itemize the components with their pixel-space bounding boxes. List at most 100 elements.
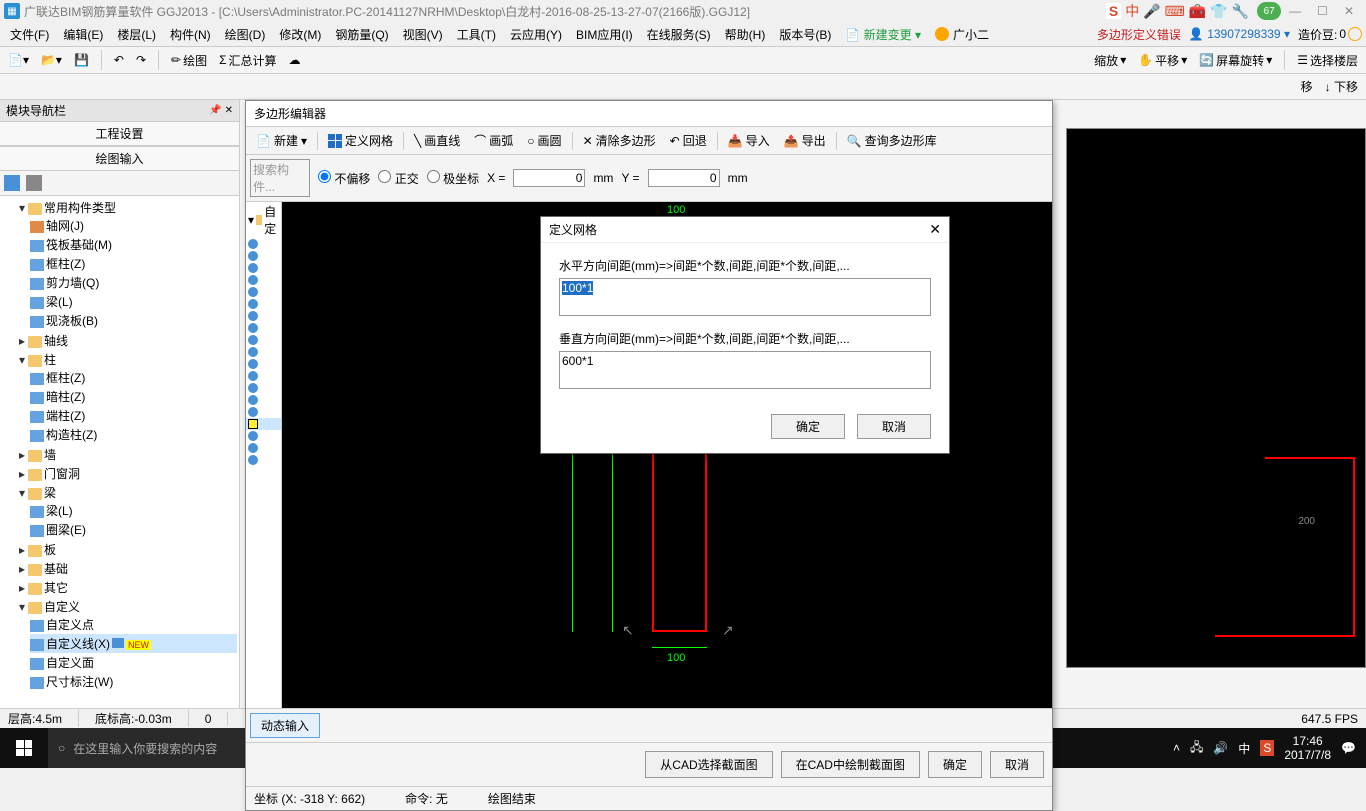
- tree-item[interactable]: 自定义点: [46, 618, 94, 632]
- tree-wall[interactable]: 墙: [44, 448, 56, 462]
- editor-cancel-button[interactable]: 取消: [990, 751, 1044, 778]
- tree-door[interactable]: 门窗洞: [44, 467, 80, 481]
- h-spacing-input[interactable]: 100*1: [559, 278, 931, 316]
- import-button[interactable]: 📥 导入: [722, 129, 776, 152]
- tree-item[interactable]: 暗柱(Z): [46, 390, 85, 404]
- ime-bar[interactable]: S 中 🎤 ⌨ 🧰 👕 🔧: [1098, 1, 1257, 21]
- expand-icon[interactable]: ▸: [16, 543, 28, 557]
- tree-item[interactable]: 梁(L): [46, 295, 73, 309]
- menu-view[interactable]: 视图(V): [397, 24, 449, 45]
- tray-volume-icon[interactable]: 🔊: [1213, 741, 1228, 755]
- undo-button[interactable]: ↶: [110, 51, 128, 69]
- menu-online[interactable]: 在线服务(S): [641, 24, 717, 45]
- expand-icon[interactable]: ▸: [16, 448, 28, 462]
- component-tree[interactable]: ▾常用构件类型 轴网(J) 筏板基础(M) 框柱(Z) 剪力墙(Q) 梁(L) …: [0, 196, 239, 709]
- open-file-button[interactable]: 📂▾: [37, 51, 66, 69]
- start-button[interactable]: [0, 728, 48, 768]
- y-input[interactable]: [648, 169, 720, 187]
- draw-button[interactable]: ✏ 绘图: [167, 50, 211, 71]
- tray-up-icon[interactable]: ˄: [1173, 741, 1180, 755]
- expand-icon[interactable]: ▾: [16, 600, 28, 614]
- query-button[interactable]: 🔍 查询多边形库: [841, 129, 943, 152]
- pan-button[interactable]: ✋ 平移 ▾: [1134, 50, 1191, 71]
- ime-tool-icon[interactable]: 🧰: [1189, 3, 1206, 20]
- draw-line-button[interactable]: ╲ 画直线: [408, 129, 466, 152]
- cad-select-button[interactable]: 从CAD选择截面图: [645, 751, 772, 778]
- redo-button[interactable]: ↷: [132, 51, 150, 69]
- tree-item[interactable]: 框柱(Z): [46, 371, 85, 385]
- menu-bim[interactable]: BIM应用(I): [570, 24, 639, 45]
- tray-ime[interactable]: 中: [1238, 740, 1250, 757]
- comp-name[interactable]: 自定: [264, 203, 279, 237]
- dynamic-input-button[interactable]: 动态输入: [250, 713, 320, 738]
- tree-other[interactable]: 其它: [44, 581, 68, 595]
- expand-icon[interactable]: ▾: [16, 353, 28, 367]
- expand-icon[interactable]: ▾: [248, 213, 254, 227]
- expand-icon[interactable]: ▾: [16, 201, 28, 215]
- sum-button[interactable]: Σ 汇总计算: [215, 50, 280, 71]
- tree-item[interactable]: 剪力墙(Q): [46, 276, 99, 290]
- dialog-cancel-button[interactable]: 取消: [857, 414, 931, 439]
- x-input[interactable]: [513, 169, 585, 187]
- menu-modify[interactable]: 修改(M): [273, 24, 327, 45]
- editor-ok-button[interactable]: 确定: [928, 751, 982, 778]
- export-button[interactable]: 📤 导出: [778, 129, 832, 152]
- tray-notifications-icon[interactable]: 💬: [1341, 741, 1356, 755]
- menu-draw[interactable]: 绘图(D): [219, 24, 272, 45]
- search-input[interactable]: 搜索构件...: [250, 159, 310, 197]
- select-floor-button[interactable]: ☰ 选择楼层: [1293, 50, 1362, 71]
- tree-custom[interactable]: 自定义: [44, 600, 80, 614]
- draw-arc-button[interactable]: ⌒ 画弧: [468, 129, 519, 152]
- tree-item[interactable]: 圈梁(E): [46, 523, 86, 537]
- menu-rebar[interactable]: 钢筋量(Q): [329, 24, 394, 45]
- menu-file[interactable]: 文件(F): [4, 24, 55, 45]
- menu-help[interactable]: 帮助(H): [719, 24, 772, 45]
- menu-version[interactable]: 版本号(B): [773, 24, 837, 45]
- draw-circle-button[interactable]: ○ 画圆: [521, 129, 567, 152]
- ime-wrench-icon[interactable]: 🔧: [1232, 3, 1249, 20]
- panel-sub-project[interactable]: 工程设置: [0, 121, 239, 146]
- tree-slab[interactable]: 板: [44, 543, 56, 557]
- move-button[interactable]: 移: [1301, 78, 1313, 95]
- opt-ortho[interactable]: 正交: [378, 170, 418, 187]
- tree-icon-2[interactable]: [26, 175, 42, 191]
- ime-lang[interactable]: 中: [1125, 1, 1139, 21]
- tree-item-selected[interactable]: 自定义线(X): [46, 637, 110, 651]
- menu-component[interactable]: 构件(N): [164, 24, 217, 45]
- dialog-ok-button[interactable]: 确定: [771, 414, 845, 439]
- opt-no-offset[interactable]: 不偏移: [318, 170, 370, 187]
- clear-button[interactable]: ✕ 清除多边形: [577, 129, 662, 152]
- ime-shirt-icon[interactable]: 👕: [1210, 3, 1227, 20]
- coin-balance[interactable]: 造价豆:0: [1298, 26, 1362, 43]
- tree-axis[interactable]: 轴线: [44, 334, 68, 348]
- tree-item[interactable]: 轴网(J): [46, 219, 84, 233]
- v-spacing-input[interactable]: 600*1: [559, 351, 931, 389]
- phone-number[interactable]: 👤 13907298339 ▾: [1189, 27, 1290, 41]
- tree-item[interactable]: 现浇板(B): [46, 314, 98, 328]
- move-down-button[interactable]: ↓ 下移: [1325, 78, 1358, 95]
- background-canvas[interactable]: 200: [1066, 128, 1366, 668]
- tree-icon-1[interactable]: [4, 175, 20, 191]
- close-icon[interactable]: ✕: [1344, 4, 1354, 18]
- undo-button[interactable]: ↶ 回退: [664, 129, 713, 152]
- expand-icon[interactable]: ▸: [16, 334, 28, 348]
- menu-edit[interactable]: 编辑(E): [57, 24, 109, 45]
- panel-sub-draw[interactable]: 绘图输入: [0, 146, 239, 171]
- ime-mic-icon[interactable]: 🎤: [1143, 3, 1160, 20]
- tree-root[interactable]: 常用构件类型: [44, 201, 116, 215]
- menu-user[interactable]: 广小二: [929, 24, 995, 45]
- tree-item[interactable]: 框柱(Z): [46, 257, 85, 271]
- dialog-title-bar[interactable]: 定义网格 ✕: [541, 217, 949, 243]
- menu-cloud[interactable]: 云应用(Y): [504, 24, 568, 45]
- editor-new-button[interactable]: 📄 新建 ▾: [250, 129, 313, 152]
- maximize-icon[interactable]: ☐: [1317, 4, 1328, 18]
- green-badge[interactable]: 67: [1257, 2, 1281, 20]
- expand-icon[interactable]: ▸: [16, 562, 28, 576]
- zoom-button[interactable]: 缩放 ▾: [1090, 50, 1130, 71]
- component-list[interactable]: ▾ 自定: [246, 202, 282, 708]
- minimize-icon[interactable]: —: [1289, 4, 1301, 18]
- menu-tools[interactable]: 工具(T): [451, 24, 502, 45]
- tree-item[interactable]: 构造柱(Z): [46, 428, 97, 442]
- expand-icon[interactable]: ▾: [16, 486, 28, 500]
- menu-new-change[interactable]: 📄 新建变更 ▾: [839, 24, 927, 45]
